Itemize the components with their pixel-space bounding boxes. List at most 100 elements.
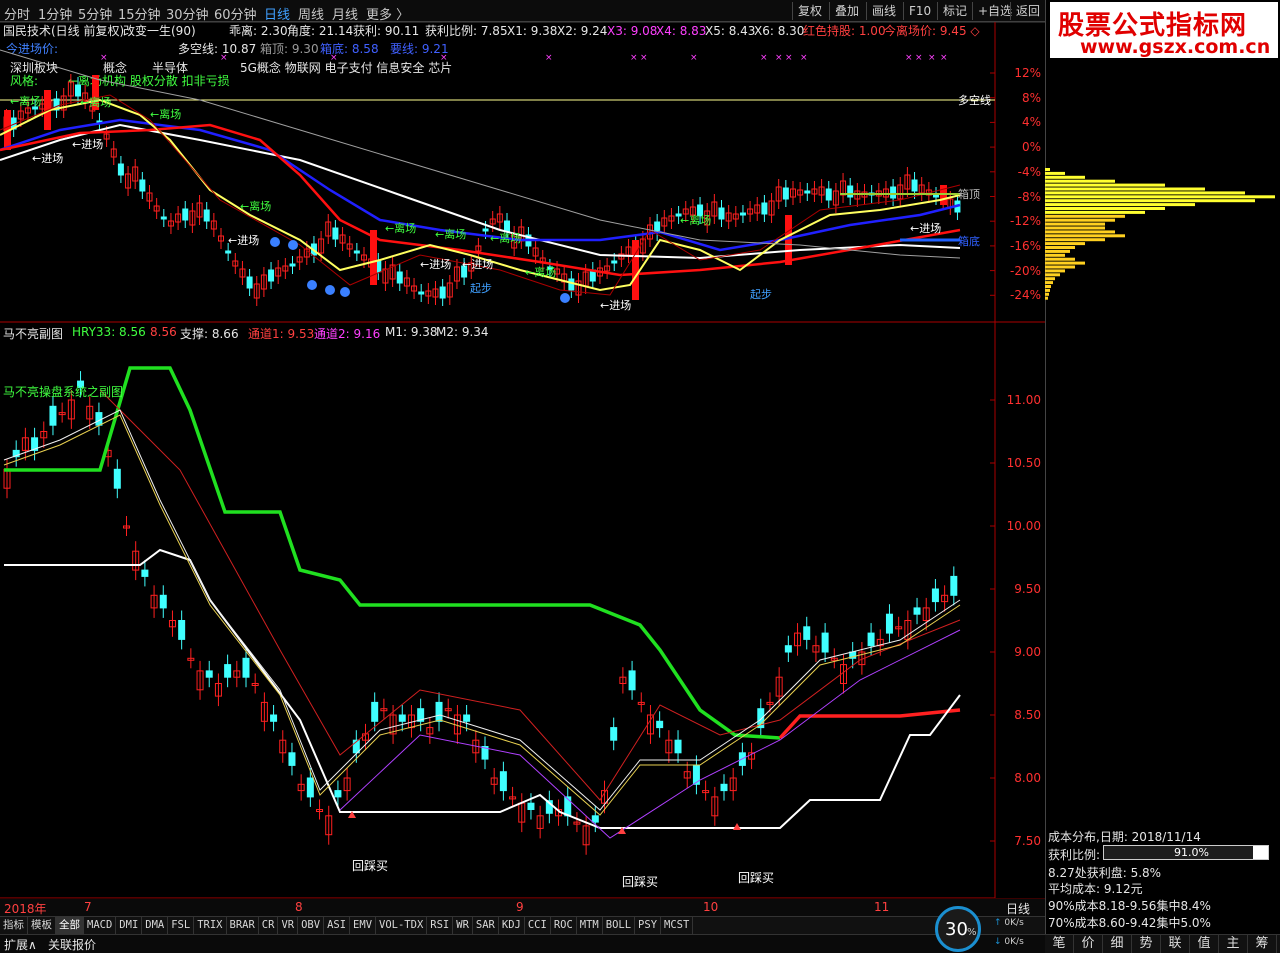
- indicator-tab-boll[interactable]: BOLL: [603, 917, 636, 934]
- related-quote-button[interactable]: 关联报价: [48, 936, 96, 953]
- channel-1: [99, 389, 961, 801]
- indicator-tab-vr[interactable]: VR: [278, 917, 299, 934]
- upload-speed: ↑ 0K/s: [994, 918, 1024, 928]
- lower-candle-body: [885, 613, 893, 634]
- upper-candle-body: [139, 179, 146, 192]
- date-period: 日线: [1006, 902, 1031, 916]
- ma-gray: [0, 49, 961, 259]
- upper-axis-tick: -8%: [1017, 189, 1041, 204]
- signal-ball: [270, 237, 280, 247]
- indicator-tab-模板[interactable]: 模板: [28, 917, 56, 934]
- lower-candle-body: [288, 752, 296, 766]
- chip-bar: [1045, 195, 1275, 199]
- indicator-tab-dmi[interactable]: DMI: [116, 917, 143, 934]
- lower-candle-body: [527, 802, 535, 811]
- signal-x-mark: ×: [785, 53, 793, 63]
- buy-label: 回踩买: [352, 859, 388, 873]
- indicator-tab-dma[interactable]: DMA: [142, 917, 169, 934]
- indicator-tab-cci[interactable]: CCI: [525, 917, 551, 934]
- upper-candle-body: [182, 208, 189, 221]
- upper-candle-body: [117, 163, 124, 176]
- cost-line-1: 8.27处获利盘: 5.8%: [1048, 866, 1162, 880]
- indicator-tab-mtm[interactable]: MTM: [577, 917, 603, 934]
- speed-gauge[interactable]: 30 %: [935, 906, 981, 952]
- indicator-tab-emv[interactable]: EMV: [350, 917, 377, 934]
- chip-bar: [1045, 285, 1051, 288]
- chip-bar: [1045, 253, 1065, 257]
- right-tab[interactable]: 联: [1161, 935, 1190, 953]
- signal-x-mark: ×: [100, 53, 108, 63]
- upper-axis-tick: 0%: [1021, 140, 1041, 155]
- upper-candle-body: [933, 194, 939, 198]
- upper-axis-tick: -4%: [1017, 164, 1041, 179]
- indicator-tab-rsi[interactable]: RSI: [427, 917, 454, 934]
- indicator-tab-macd[interactable]: MACD: [84, 917, 117, 934]
- chip-bar: [1045, 218, 1115, 222]
- signal-x-mark: ×: [220, 53, 228, 63]
- indicator-tab-brar[interactable]: BRAR: [227, 917, 259, 934]
- indicator-tab-roc[interactable]: ROC: [551, 917, 577, 934]
- indicator-tab-fsl[interactable]: FSL: [168, 917, 195, 934]
- chip-bar: [1045, 222, 1105, 226]
- indicator-tab-trix[interactable]: TRIX: [194, 917, 227, 934]
- date-month-9: 9: [516, 900, 524, 914]
- upper-axis-tick: -12%: [1009, 214, 1041, 229]
- lower-candle-body: [306, 777, 314, 798]
- cost-line-3: 90%成本8.18-9.56集中8.4%: [1048, 899, 1211, 913]
- signal-x-mark: ×: [905, 53, 913, 63]
- chip-bar: [1045, 281, 1053, 285]
- lower-candle-body: [821, 632, 829, 653]
- right-tab[interactable]: 笔: [1045, 935, 1074, 953]
- indicator-tab-kdj[interactable]: KDJ: [499, 917, 525, 934]
- chip-bar: [1045, 210, 1145, 214]
- chip-bar: [1045, 175, 1085, 179]
- chip-distribution-panel: [1045, 0, 1280, 953]
- indicator-tab-指标[interactable]: 指标: [0, 917, 28, 934]
- date-month-11: 11: [874, 900, 890, 914]
- expand-button[interactable]: 扩展∧: [4, 936, 37, 953]
- upper-candle-body: [911, 179, 918, 192]
- upper-candle-body: [160, 216, 167, 220]
- ma-red: [0, 123, 961, 277]
- chip-bar: [1045, 199, 1255, 203]
- box-top-label: 箱顶: [958, 187, 980, 201]
- chip-bar: [1045, 207, 1165, 210]
- upper-candle-body: [332, 227, 339, 240]
- upper-axis-tick: -20%: [1009, 263, 1041, 278]
- chip-bar: [1045, 249, 1070, 253]
- upper-candle-body: [739, 212, 746, 216]
- upper-candles: [3, 74, 961, 306]
- indicator-tab-mcst[interactable]: MCST: [661, 917, 694, 934]
- cost-profit-bar: 91.0%: [1103, 845, 1269, 860]
- indicator-tab-psy[interactable]: PSY: [635, 917, 662, 934]
- buy-arrow: [733, 823, 741, 830]
- lower-candle-body: [656, 720, 664, 729]
- indicator-tab-cr[interactable]: CR: [259, 917, 279, 934]
- lower-candle-body: [435, 701, 443, 722]
- lower-candle-body: [113, 468, 121, 489]
- readout-m2: M2: 9.34: [436, 325, 489, 339]
- upper-candle-body: [246, 276, 253, 289]
- upper-signal-bar: [785, 215, 792, 265]
- price-chart-canvas[interactable]: 多空线箱顶箱底 ←进场 ←进场 ←进场 ←进场 ←进场 ←进场 ←进场 ←离场 ←离场 ←离场 ←离场…: [0, 0, 1045, 953]
- lower-candle-body: [784, 645, 792, 653]
- upper-axis-tick: 4%: [1021, 115, 1041, 130]
- right-tab[interactable]: 值: [1190, 935, 1219, 953]
- indicator-tab-wr[interactable]: WR: [453, 917, 473, 934]
- right-tab[interactable]: 筹: [1248, 935, 1277, 953]
- annot-qibu: 起步: [470, 282, 492, 295]
- chip-bar: [1045, 171, 1065, 175]
- right-tab[interactable]: 势: [1132, 935, 1161, 953]
- right-tab[interactable]: 细: [1103, 935, 1132, 953]
- indicator-tab-obv[interactable]: OBV: [298, 917, 325, 934]
- indicator-tab-sar[interactable]: SAR: [473, 917, 499, 934]
- signal-x-mark: ×: [690, 53, 698, 63]
- lower-candle-body: [242, 657, 250, 678]
- indicator-tab-全部[interactable]: 全部: [56, 917, 84, 934]
- indicator-tab-vol-tdx[interactable]: VOL-TDX: [376, 917, 428, 934]
- right-tab[interactable]: 价: [1074, 935, 1103, 953]
- right-tab[interactable]: 主: [1219, 935, 1248, 953]
- date-month-7: 7: [84, 900, 92, 914]
- indicator-tab-asi[interactable]: ASI: [324, 917, 351, 934]
- lower-candle-body: [371, 701, 379, 722]
